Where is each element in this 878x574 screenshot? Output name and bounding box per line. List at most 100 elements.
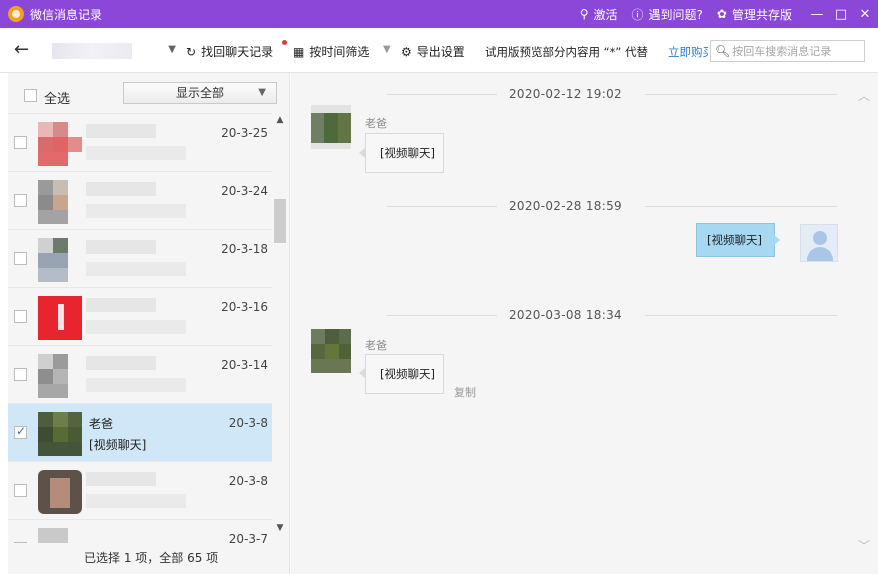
search-input[interactable] — [732, 44, 863, 58]
refresh-icon: ↻ — [186, 44, 197, 59]
manage-shared-label: 管理共存版 — [731, 7, 792, 22]
name-blurred — [86, 356, 156, 370]
my-message-bubble: [视频聊天] — [696, 223, 775, 257]
preview-blurred — [86, 320, 186, 334]
filter-by-time-label: 按时间筛选 — [309, 45, 370, 59]
back-arrow-icon[interactable]: ← — [14, 39, 29, 60]
buy-now-link[interactable]: 立即购买 — [668, 44, 708, 60]
notification-dot — [282, 40, 287, 45]
name-blurred — [86, 472, 156, 486]
chevron-down-icon: ▼ — [258, 87, 266, 98]
item-checkbox[interactable] — [14, 252, 27, 265]
palette-icon: ✿ — [716, 7, 727, 21]
timestamp: 2020-02-28 18:59 — [509, 199, 622, 213]
timestamp-divider: 2020-02-12 19:02 — [307, 87, 837, 101]
copy-button[interactable]: 复制 — [454, 384, 476, 400]
recover-chat-label: 找回聊天记录 — [201, 45, 274, 59]
timestamp: 2020-03-08 18:34 — [509, 308, 622, 322]
scroll-thumb[interactable] — [274, 199, 286, 243]
scroll-up-icon[interactable]: ▲ — [274, 115, 286, 125]
name-blurred — [86, 124, 156, 138]
name-blurred — [86, 298, 156, 312]
message-bubble: [视频聊天] — [365, 133, 444, 173]
contact-dropdown[interactable]: ▼ — [50, 40, 178, 62]
calendar-icon: ▦ — [293, 44, 305, 59]
timestamp: 2020-02-12 19:02 — [509, 87, 622, 101]
scroll-down-icon[interactable]: ▼ — [274, 523, 286, 533]
item-date: 20-3-7 — [228, 532, 268, 543]
maximize-button[interactable]: □ — [830, 7, 852, 22]
list-item[interactable]: 20-3-18 — [8, 229, 272, 287]
list-item[interactable]: 20-3-16 — [8, 287, 272, 345]
app-title: 微信消息记录 — [30, 7, 103, 22]
show-all-dropdown[interactable]: 显示全部 ▼ — [123, 82, 277, 104]
export-settings-button[interactable]: ⚙ 导出设置 — [401, 43, 465, 60]
list-item[interactable]: 20-3-8 — [8, 461, 272, 519]
preview-blurred — [86, 494, 186, 508]
name-blurred — [86, 182, 156, 196]
avatar — [38, 180, 82, 224]
selection-summary: 已选择 1 项，全部 65 项 — [8, 543, 290, 574]
sender-name: 老爸 — [365, 117, 387, 130]
timestamp-divider: 2020-02-28 18:59 — [307, 199, 837, 213]
item-preview: [视频聊天] — [89, 438, 147, 452]
activate-label: 激活 — [593, 7, 618, 22]
show-all-label: 显示全部 — [175, 86, 224, 100]
minimize-button[interactable]: — — [806, 7, 828, 22]
preview-blurred — [86, 262, 186, 276]
select-all-checkbox[interactable] — [24, 89, 37, 102]
avatar — [38, 238, 82, 282]
close-button[interactable]: ✕ — [854, 7, 876, 22]
preview-blurred — [86, 146, 186, 160]
item-checkbox[interactable] — [14, 484, 27, 497]
item-date: 20-3-14 — [221, 358, 268, 372]
select-all-row: 全选 显示全部 ▼ — [8, 73, 290, 113]
avatar — [38, 122, 82, 166]
search-icon: 🔍︎ — [715, 44, 731, 58]
item-name: 老爸 — [89, 417, 114, 431]
title-bar: 微信消息记录 ⚲ 激活 ⓘ 遇到问题? ✿ 管理共存版 — □ ✕ — [0, 0, 878, 28]
search-box[interactable]: 🔍︎ — [710, 40, 865, 62]
preview-blurred — [86, 204, 186, 218]
my-avatar — [800, 224, 838, 262]
item-checkbox[interactable] — [14, 136, 27, 149]
item-checkbox[interactable] — [14, 310, 27, 323]
chat-scroll-down-icon[interactable]: ﹀ — [858, 537, 870, 554]
item-date: 20-3-18 — [221, 242, 268, 256]
filter-chevron-down-icon[interactable]: ▼ — [383, 44, 391, 55]
list-item[interactable]: 20-3-7 — [8, 519, 272, 543]
avatar — [38, 528, 82, 543]
list-item[interactable]: 20-3-24 — [8, 171, 272, 229]
list-item[interactable]: 20-3-14 — [8, 345, 272, 403]
filter-by-time-button[interactable]: ▦ 按时间筛选 — [293, 43, 369, 60]
item-checkbox-checked[interactable] — [14, 424, 27, 439]
sender-name: 老爸 — [365, 339, 387, 352]
activate-button[interactable]: ⚲ 激活 — [580, 6, 618, 23]
list-item[interactable]: 20-3-25 — [8, 113, 272, 171]
user-silhouette-icon — [813, 231, 827, 245]
avatar — [38, 296, 82, 340]
manage-shared-button[interactable]: ✿ 管理共存版 — [717, 6, 792, 23]
item-checkbox[interactable] — [14, 194, 27, 207]
app-logo-icon — [8, 6, 24, 22]
chevron-down-icon: ▼ — [168, 44, 176, 55]
chat-scroll-up-icon[interactable]: ︿ — [858, 87, 870, 104]
help-label: 遇到问题? — [648, 7, 703, 22]
list-item-selected[interactable]: 老爸 [视频聊天] 20-3-8 — [8, 403, 272, 461]
export-settings-label: 导出设置 — [416, 45, 465, 59]
contact-list: 20-3-25 20-3-24 20-3-18 20-3-16 20-3-14 … — [8, 113, 272, 543]
key-icon: ⚲ — [579, 7, 589, 21]
item-checkbox[interactable] — [14, 368, 27, 381]
avatar — [311, 105, 351, 149]
message-bubble: [视频聊天] — [365, 354, 444, 394]
avatar — [311, 329, 351, 373]
selection-summary-text: 已选择 1 项，全部 65 项 — [84, 551, 219, 565]
avatar — [38, 470, 82, 514]
recover-chat-button[interactable]: ↻ 找回聊天记录 — [186, 43, 273, 60]
help-button[interactable]: ⓘ 遇到问题? — [632, 6, 703, 23]
avatar — [38, 354, 82, 398]
item-date: 20-3-24 — [221, 184, 268, 198]
list-scrollbar[interactable]: ▲ ▼ — [274, 115, 286, 545]
item-date: 20-3-25 — [221, 126, 268, 140]
trial-notice: 试用版预览部分内容用 “*” 代替 — [485, 45, 648, 59]
